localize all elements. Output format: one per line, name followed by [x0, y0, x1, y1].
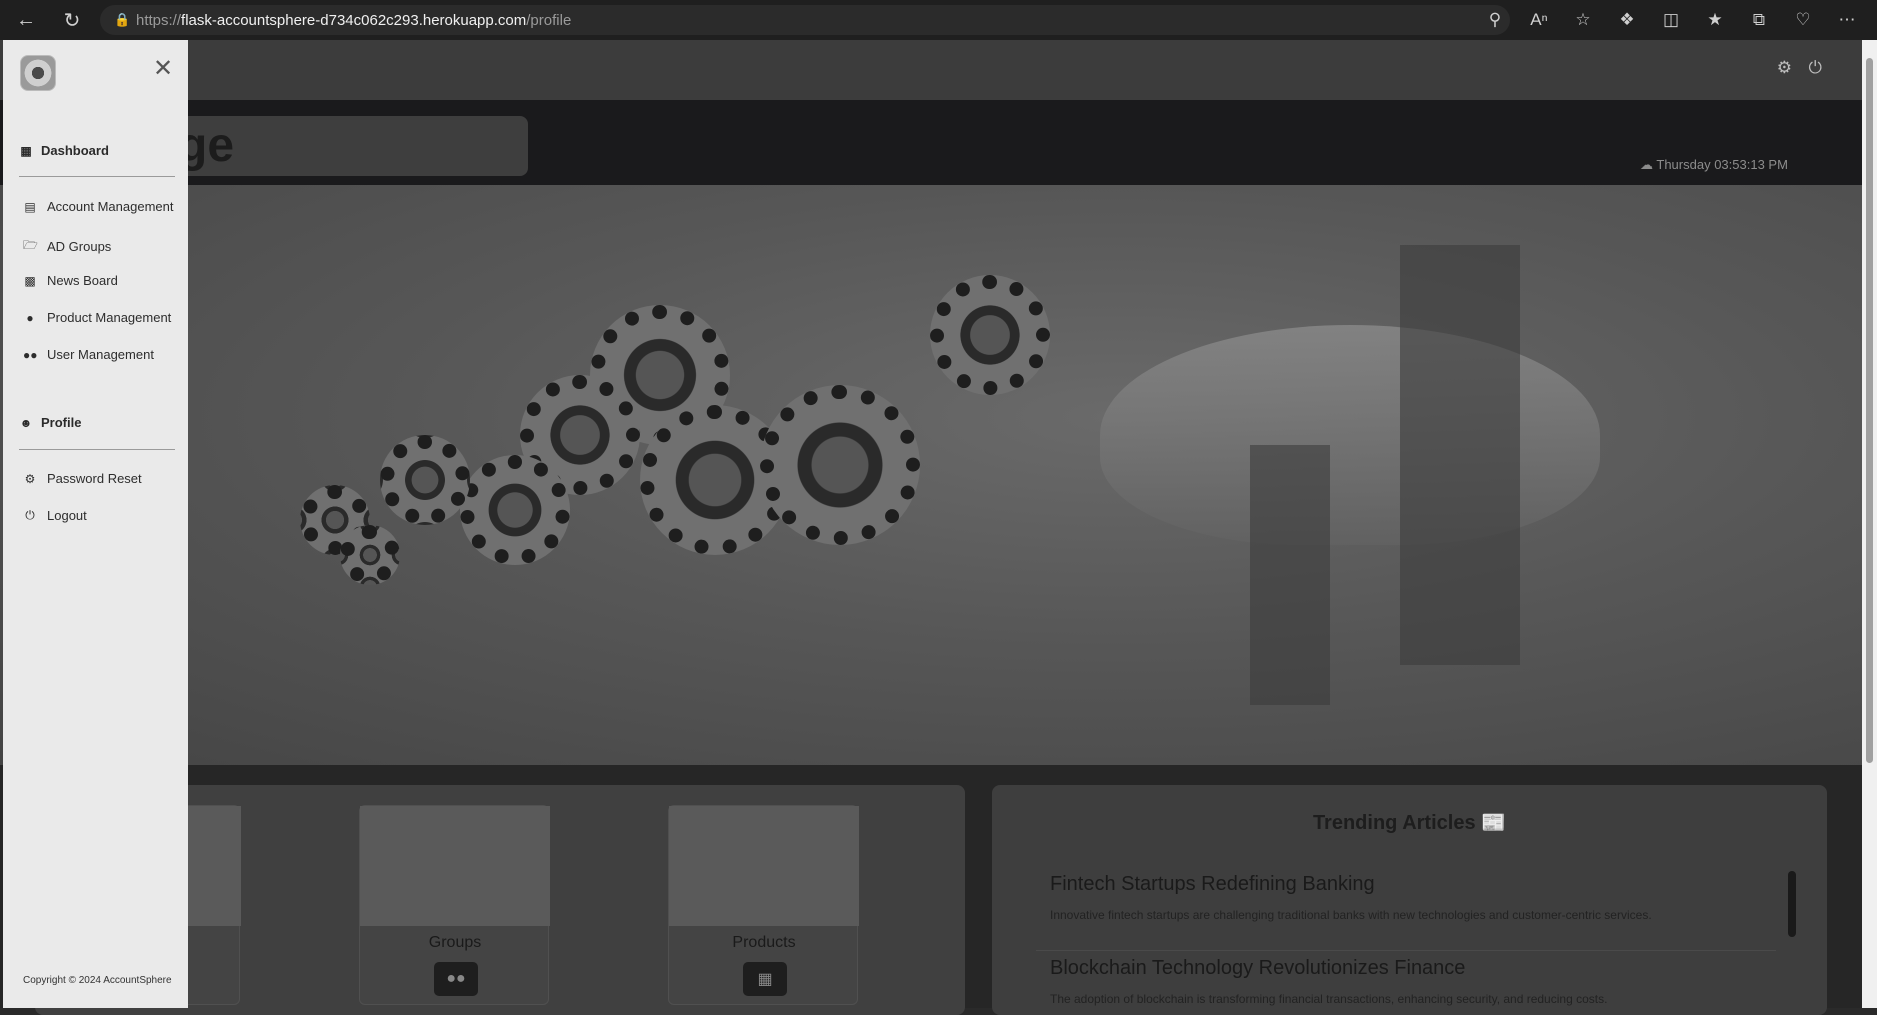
hero-image: [0, 185, 1862, 765]
sidebar-item-profile[interactable]: ☻ Profile: [19, 415, 82, 430]
clock: ☁ Thursday 03:53:13 PM: [1640, 157, 1788, 173]
articles-title: Trending Articles: [1312, 812, 1476, 834]
articles-heading: Trending Articles 📰: [992, 810, 1827, 835]
star-icon[interactable]: ☆: [1563, 0, 1603, 40]
sidebar-item-dashboard[interactable]: ▦ Dashboard: [19, 143, 109, 158]
power-icon: ⏻: [25, 508, 35, 522]
sidebar-item-news-board[interactable]: ▩ News Board: [23, 273, 118, 288]
article-item[interactable]: Fintech Startups Redefining Banking Inno…: [1050, 873, 1780, 922]
article-title[interactable]: Fintech Startups Redefining Banking: [1050, 873, 1780, 896]
logout-power-icon[interactable]: ⏻: [1809, 58, 1822, 78]
newspaper-icon: 📰: [1481, 812, 1507, 834]
sidebar-item-label: Product Management: [47, 310, 172, 325]
split-screen-icon[interactable]: ◫: [1651, 0, 1691, 40]
divider: [19, 176, 175, 177]
browser-toolbar: ← ↻ 🔒 https://flask-accountsphere-d734c0…: [0, 0, 1877, 40]
trending-articles-panel: Trending Articles 📰 Fintech Startups Red…: [992, 785, 1827, 1015]
sidebar-item-account-management[interactable]: ▤ Account Management: [23, 199, 173, 214]
users-icon: ●●: [23, 347, 38, 362]
article-desc: The adoption of blockchain is transformi…: [1050, 992, 1608, 1006]
sidebar-item-logout[interactable]: ⏻ Logout: [23, 508, 87, 523]
overlay-stripe: [1400, 245, 1520, 665]
divider: [19, 449, 175, 450]
folder-icon: 🗁: [23, 238, 38, 252]
page-scrollbar[interactable]: [1862, 40, 1877, 1008]
more-icon[interactable]: ⋯: [1827, 0, 1867, 40]
url-path: /profile: [526, 11, 572, 29]
users-icon[interactable]: ●●: [434, 962, 478, 996]
user-icon: ☻: [19, 415, 33, 430]
feature-image: [669, 806, 859, 926]
sidebar-item-ad-groups[interactable]: 🗁 AD Groups: [23, 236, 111, 257]
close-icon[interactable]: ✕: [153, 57, 173, 81]
read-aloud-icon[interactable]: Aⁿ: [1519, 0, 1559, 40]
gear-shape: [380, 435, 470, 525]
document-icon: ▤: [24, 199, 36, 214]
newspaper-icon: ▩: [24, 273, 36, 288]
gear-icon: ⚙: [24, 471, 36, 486]
calendar-icon: ▦: [20, 143, 32, 158]
scrollbar-thumb[interactable]: [1866, 58, 1873, 763]
key-icon[interactable]: ⚲: [1475, 0, 1515, 40]
gear-shape: [930, 275, 1050, 395]
address-bar[interactable]: 🔒 https://flask-accountsphere-d734c062c2…: [100, 5, 1510, 35]
feature-card[interactable]: Products ▦: [668, 805, 859, 1005]
back-icon[interactable]: ←: [6, 0, 46, 40]
feature-label: Groups: [428, 934, 482, 951]
lock-icon: 🔒: [114, 12, 131, 27]
product-hunt-icon: ●: [26, 310, 34, 325]
sidebar-item-label: AD Groups: [47, 239, 112, 254]
feature-card[interactable]: Groups ●●: [359, 805, 550, 1005]
sidebar-item-product-management[interactable]: ● Product Management: [23, 310, 171, 325]
sidebar-item-label: Logout: [47, 508, 87, 523]
gear-shape: [460, 455, 570, 565]
sidebar-item-label: Password Reset: [47, 471, 142, 486]
article-title[interactable]: Blockchain Technology Revolutionizes Fin…: [1050, 957, 1780, 980]
sidebar: ✕ ▦ Dashboard ▤ Account Management 🗁 AD …: [3, 40, 188, 1008]
top-navbar: ⚙ ⏻: [0, 40, 1862, 100]
url-host: flask-accountsphere-d734c062c293.herokua…: [181, 11, 527, 29]
gear-shape: [340, 525, 400, 585]
box-icon[interactable]: ▦: [743, 962, 787, 996]
articles-scrollbar[interactable]: [1788, 871, 1796, 937]
sidebar-item-label: Profile: [41, 415, 82, 430]
sidebar-item-label: Dashboard: [41, 143, 109, 158]
sidebar-item-password-reset[interactable]: ⚙ Password Reset: [23, 471, 142, 486]
browser-icons: ⚲ Aⁿ ☆ ❖ ◫ ★ ⧉ ♡ ⋯: [1475, 0, 1867, 40]
favorites-icon[interactable]: ★: [1695, 0, 1735, 40]
settings-gear-icon[interactable]: ⚙: [1777, 58, 1792, 78]
sidebar-item-user-management[interactable]: ●● User Management: [23, 347, 154, 362]
feature-image: [360, 806, 550, 926]
feature-label: Products: [732, 934, 796, 951]
extensions-icon[interactable]: ❖: [1607, 0, 1647, 40]
hand-shape: [1100, 325, 1600, 545]
url-protocol: https://: [136, 11, 182, 29]
copyright: Copyright © 2024 AccountSphere: [23, 975, 172, 986]
article-divider: [1036, 950, 1776, 951]
gear-shape: [760, 385, 920, 545]
article-desc: Innovative fintech startups are challeng…: [1050, 908, 1652, 922]
overlay-stripe: [1250, 445, 1330, 705]
refresh-icon[interactable]: ↻: [52, 0, 92, 40]
sidebar-item-label: News Board: [47, 273, 118, 288]
cloud-icon: ☁: [1640, 157, 1653, 172]
app-logo[interactable]: [20, 55, 56, 91]
clock-text: Thursday 03:53:13 PM: [1656, 157, 1788, 172]
sidebar-item-label: Account Management: [47, 199, 174, 214]
health-icon[interactable]: ♡: [1783, 0, 1823, 40]
sidebar-item-label: User Management: [47, 347, 154, 362]
article-item[interactable]: Blockchain Technology Revolutionizes Fin…: [1050, 957, 1780, 1006]
collections-icon[interactable]: ⧉: [1739, 0, 1779, 40]
